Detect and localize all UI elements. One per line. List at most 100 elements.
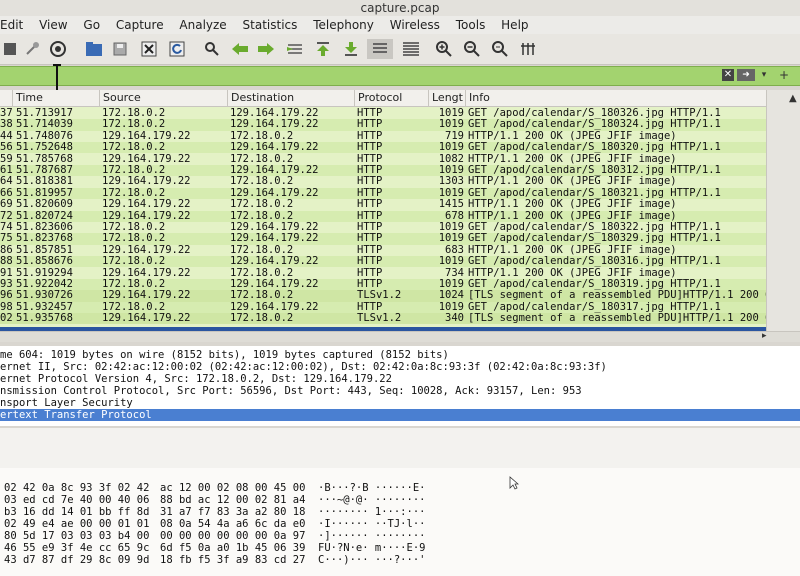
byte-hex1: 02 49 e4 ae 00 00 01 01 [4,518,150,530]
column-protocol[interactable]: Protocol [354,90,402,106]
go-last-icon[interactable] [341,39,361,59]
menu-go[interactable]: Go [83,16,100,34]
filter-history-dropdown-icon[interactable]: ▾ [759,69,769,81]
resize-columns-icon[interactable] [518,39,538,59]
packet-cell-info: GET /apod/calendar/S_180324.jpg HTTP/1.1 [468,118,721,131]
autoscroll-icon[interactable] [367,39,393,59]
go-first-icon[interactable] [313,39,333,59]
horizontal-scrollbar[interactable]: ▸ [0,331,800,342]
byte-ascii: ·]······ ········ [318,530,426,542]
capture-options-icon[interactable] [48,39,68,59]
packet-list-scrollbar[interactable]: ▲ [766,90,800,331]
mouse-pointer-icon [509,476,519,490]
byte-row[interactable]: 02 42 0a 8c 93 3f 02 42 ac 12 00 02 08 00… [0,482,800,494]
byte-row[interactable]: 02 49 e4 ae 00 00 01 01 08 0a 54 4a a6 6c… [0,518,800,530]
find-packet-icon[interactable] [202,39,222,59]
packet-cell-proto: HTTP [357,198,383,211]
packet-cell-time: 51.818381 [16,175,73,188]
byte-row[interactable]: 43 d7 87 df 29 8c 09 9d 18 fb f5 3f a9 83… [0,554,800,566]
packet-row[interactable]: 64 51.818381 129.164.179.22 172.18.0.2 HTTP 1… [0,175,766,188]
packet-row[interactable]: 02 51.935768 129.164.179.22 172.18.0.2 TLSv1… [0,312,766,325]
byte-row[interactable]: 03 ed cd 7e 40 00 40 06 88 bd ac 12 00 02… [0,494,800,506]
detail-frame[interactable]: me 604: 1019 bytes on wire (8152 bits), … [0,349,800,361]
column-length[interactable]: Lengt [428,90,463,106]
colorize-icon[interactable] [399,39,423,59]
byte-row[interactable]: 80 5d 17 03 03 03 b4 00 00 00 00 00 00 00… [0,530,800,542]
scroll-up-icon[interactable]: ▲ [789,93,797,104]
stop-capture-icon[interactable] [0,39,20,59]
packet-cell-dst: 172.18.0.2 [230,175,294,188]
menu-analyze[interactable]: Analyze [179,16,226,34]
packet-cell-dst: 172.18.0.2 [230,289,294,302]
display-filter-input[interactable] [0,67,718,85]
menu-wireless[interactable]: Wireless [390,16,440,34]
byte-hex1: 46 55 e9 3f 4e cc 65 9c [4,542,150,554]
packet-cell-dst: 129.164.179.22 [230,232,319,245]
zoom-out-icon[interactable] [462,39,482,59]
detail-ip[interactable]: ernet Protocol Version 4, Src: 172.18.0.… [0,373,800,385]
packet-cell-info: [TLS segment of a reassembled PDU]HTTP/1… [468,289,766,302]
packet-cell-proto: HTTP [357,118,383,131]
menu-tools[interactable]: Tools [456,16,486,34]
go-back-icon[interactable] [230,39,250,59]
packet-cell-time: 51.820609 [16,198,73,211]
clear-filter-icon[interactable]: ✕ [722,69,734,81]
packet-row[interactable]: 38 51.714039 172.18.0.2 129.164.179.22 HTTP 1… [0,118,766,131]
zoom-in-icon[interactable] [434,39,454,59]
reload-file-icon[interactable] [167,39,187,59]
packet-cell-src: 172.18.0.2 [102,141,166,154]
go-forward-icon[interactable] [256,39,276,59]
go-to-packet-icon[interactable] [285,39,305,59]
packet-cell-dst: 129.164.179.22 [230,141,319,154]
packet-cell-proto: TLSv1.2 [357,312,402,325]
packet-details-pane: me 604: 1019 bytes on wire (8152 bits), … [0,346,800,426]
menu-telephony[interactable]: Telephony [313,16,374,34]
packet-cell-len: 1024 [438,289,464,302]
menu-edit[interactable]: Edit [0,16,23,34]
detail-tls[interactable]: nsport Layer Security [0,397,800,409]
byte-hex2: 88 bd ac 12 00 02 81 a4 [160,494,306,506]
byte-row[interactable]: b3 16 dd 14 01 bb ff 8d 31 a7 f7 83 3a a2… [0,506,800,518]
pane-divider [0,428,800,468]
close-file-icon[interactable] [139,39,159,59]
menu-capture[interactable]: Capture [116,16,164,34]
byte-hex1: 03 ed cd 7e 40 00 40 06 [4,494,150,506]
packet-cell-time: 51.858676 [16,255,73,268]
byte-hex2: 00 00 00 00 00 00 0a 97 [160,530,306,542]
packet-row[interactable]: 75 51.823768 172.18.0.2 129.164.179.22 HTTP 1… [0,232,766,245]
byte-hex2: 08 0a 54 4a a6 6c da e0 [160,518,306,530]
packet-row[interactable]: 88 51.858676 172.18.0.2 129.164.179.22 HTTP 1… [0,255,766,268]
column-time[interactable]: Time [12,90,43,106]
byte-ascii: ·B···?·B ······E· [318,482,426,494]
restart-capture-icon[interactable] [22,39,42,59]
zoom-normal-icon[interactable] [490,39,510,59]
menu-help[interactable]: Help [501,16,528,34]
add-filter-button-icon[interactable]: + [777,68,791,82]
main-toolbar [0,34,800,65]
menu-view[interactable]: View [39,16,67,34]
packet-cell-proto: HTTP [357,141,383,154]
packet-row[interactable]: 56 51.752648 172.18.0.2 129.164.179.22 HTTP 1… [0,141,766,154]
packet-cell-proto: HTTP [357,255,383,268]
detail-tcp[interactable]: nsmission Control Protocol, Src Port: 56… [0,385,800,397]
save-file-icon[interactable] [110,39,130,59]
packet-cell-no: 75 [0,232,13,245]
byte-row[interactable]: 46 55 e9 3f 4e cc 65 9c 6d f5 0a a0 1b 45… [0,542,800,554]
packet-row[interactable]: 96 51.930726 129.164.179.22 172.18.0.2 TLSv1… [0,289,766,302]
scroll-right-icon[interactable]: ▸ [762,331,767,341]
column-info[interactable]: Info [465,90,490,106]
packet-row[interactable]: 69 51.820609 129.164.179.22 172.18.0.2 HTTP 1… [0,198,766,211]
menu-statistics[interactable]: Statistics [243,16,298,34]
detail-http[interactable]: ertext Transfer Protocol [0,409,800,421]
packet-cell-no: 56 [0,141,13,154]
byte-ascii: ···~@·@· ········ [318,494,426,506]
byte-hex1: b3 16 dd 14 01 bb ff 8d [4,506,150,518]
apply-filter-icon[interactable]: ➜ [737,69,755,81]
byte-hex2: ac 12 00 02 08 00 45 00 [160,482,306,494]
column-source[interactable]: Source [99,90,141,106]
detail-ethernet[interactable]: ernet II, Src: 02:42:ac:12:00:02 (02:42:… [0,361,800,373]
column-destination[interactable]: Destination [227,90,294,106]
byte-ascii: ·I······ ··TJ·l·· [318,518,426,530]
open-file-icon[interactable] [84,39,104,59]
packet-cell-info: GET /apod/calendar/S_180329.jpg HTTP/1.1 [468,232,721,245]
